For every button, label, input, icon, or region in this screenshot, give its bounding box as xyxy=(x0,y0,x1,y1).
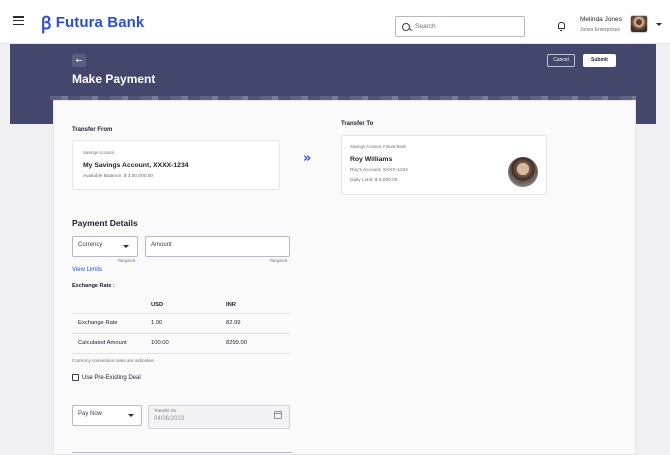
transfer-on-value: 04/06/2023 xyxy=(154,416,185,422)
pay-option-chevron-down-icon xyxy=(128,414,134,417)
transfer-to-label: Transfer To xyxy=(341,121,374,127)
pay-option-value: Pay Now xyxy=(78,411,103,417)
from-account-type: Savings Account xyxy=(83,150,114,155)
currency-required-hint: Required xyxy=(118,258,135,263)
table-cell: Calculated Amount xyxy=(72,333,145,354)
bank-logo[interactable]: ꞵ Futura Bank xyxy=(41,11,144,34)
back-button[interactable]: ← xyxy=(72,54,86,67)
cancel-button[interactable]: Cancel xyxy=(547,54,575,67)
user-name[interactable]: Melinda Jones xyxy=(580,16,622,23)
user-company: Jones Enterprises xyxy=(580,27,621,33)
top-bar: ꞵ Futura Bank Search Melinda Jones Jones… xyxy=(0,0,670,44)
currency-chevron-down-icon xyxy=(123,245,129,248)
payee-name: Roy Williams xyxy=(350,156,393,163)
amount-required-hint: Required xyxy=(270,258,287,263)
payee-avatar xyxy=(508,157,538,187)
table-header: USD xyxy=(145,297,220,314)
brand-name: Futura Bank xyxy=(55,14,145,31)
transfer-on-label: Transfer On xyxy=(154,408,177,413)
submit-button[interactable]: Submit xyxy=(583,54,616,67)
notification-bell-icon[interactable] xyxy=(558,22,565,31)
exchange-rate-table: USD INR Exchange Rate 1.00 82.99 Calcula… xyxy=(72,297,290,354)
pre-existing-deal-checkbox[interactable] xyxy=(72,374,79,381)
to-account-type: Savings Account, Futura Bank xyxy=(350,144,407,149)
page-title: Make Payment xyxy=(72,72,156,86)
bank-logo-icon: ꞵ xyxy=(41,14,52,34)
search-input[interactable]: Search xyxy=(395,16,525,37)
rates-indicative-note: Currency conversion rates are indicative xyxy=(72,358,154,363)
search-placeholder: Search xyxy=(415,23,436,30)
table-cell: 1.00 xyxy=(145,313,220,334)
table-cell: 82.99 xyxy=(220,313,290,334)
table-cell: 8299.00 xyxy=(220,333,290,354)
hamburger-menu-icon[interactable] xyxy=(13,16,24,26)
payment-details-heading: Payment Details xyxy=(72,218,138,228)
calendar-icon[interactable] xyxy=(274,411,282,419)
table-row: Calculated Amount 100.00 8299.00 xyxy=(72,333,290,354)
table-header xyxy=(72,297,145,314)
double-chevron-right-icon: » xyxy=(303,151,312,166)
search-icon xyxy=(402,22,410,31)
payee-account: Roy's Account, XXXX-1234 xyxy=(350,168,408,173)
table-header-row: USD INR xyxy=(72,297,290,314)
from-account-balance: Available Balance: $ 3,00,000.00 xyxy=(83,174,154,179)
pre-existing-deal-label[interactable]: Use Pre-Existing Deal xyxy=(82,375,141,381)
table-row: Exchange Rate 1.00 82.99 xyxy=(72,313,290,334)
user-avatar[interactable] xyxy=(630,15,648,33)
next-field-border xyxy=(72,452,292,453)
chevron-down-icon[interactable] xyxy=(656,23,662,26)
exchange-rate-label: Exchange Rate : xyxy=(72,283,115,289)
table-header: INR xyxy=(220,297,290,314)
transfer-from-label: Transfer From xyxy=(72,127,113,133)
amount-placeholder: Amount xyxy=(151,242,172,248)
from-account-name: My Savings Account, XXXX-1234 xyxy=(83,162,189,169)
banner-texture xyxy=(50,96,636,100)
table-cell: Exchange Rate xyxy=(72,313,145,334)
payee-daily-limit: Daily Limit: $ 5,000.00 xyxy=(350,178,398,183)
currency-placeholder: Currency xyxy=(78,242,103,248)
table-cell: 100.00 xyxy=(145,333,220,354)
view-limits-link[interactable]: View Limits xyxy=(72,267,102,273)
